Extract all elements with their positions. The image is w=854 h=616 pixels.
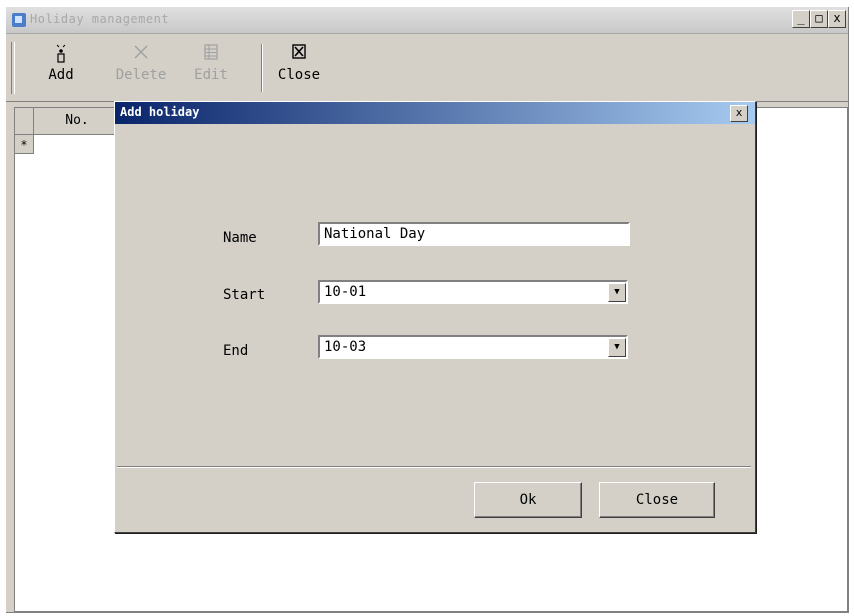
window-close-button[interactable]: x: [828, 10, 846, 28]
toolbar-grip: [11, 42, 15, 94]
dialog-close-button[interactable]: Close: [599, 482, 715, 518]
start-dropdown-button[interactable]: ▼: [608, 283, 626, 302]
grid-column-no[interactable]: No.: [34, 108, 121, 135]
end-select[interactable]: 10-03: [318, 335, 628, 359]
name-input[interactable]: National Day: [318, 222, 630, 246]
edit-label: Edit: [194, 67, 228, 83]
edit-button[interactable]: Edit: [182, 42, 240, 98]
end-dropdown-button[interactable]: ▼: [608, 338, 626, 357]
add-button[interactable]: Add: [32, 42, 90, 98]
chevron-down-icon: ▼: [614, 342, 620, 352]
close-box-icon: [270, 42, 328, 66]
minimize-button[interactable]: _: [792, 10, 810, 28]
add-label: Add: [48, 67, 74, 83]
maximize-button[interactable]: □: [810, 10, 828, 28]
start-select[interactable]: 10-01: [318, 280, 628, 304]
window-title: Holiday management: [30, 12, 170, 26]
start-select-value: 10-01: [324, 284, 367, 300]
end-select-value: 10-03: [324, 339, 367, 355]
name-label: Name: [223, 230, 257, 246]
window-titlebar[interactable]: Holiday management _ □ x: [6, 7, 848, 34]
grid-corner-header[interactable]: [15, 108, 34, 135]
dialog-close-x-button[interactable]: x: [730, 105, 748, 122]
ok-button[interactable]: Ok: [474, 482, 582, 518]
toolbar-separator: [261, 44, 263, 92]
end-label: End: [223, 343, 249, 359]
dialog-titlebar[interactable]: Add holiday x: [115, 102, 755, 124]
grid-new-row-indicator[interactable]: *: [15, 135, 34, 154]
toolbar-close-button[interactable]: Close: [270, 42, 328, 98]
dialog-separator: [117, 466, 751, 468]
chevron-down-icon: ▼: [614, 287, 620, 297]
edit-grid-icon: [182, 42, 240, 66]
toolbar: Add Delete Edit Close: [6, 34, 848, 102]
start-label: Start: [223, 287, 266, 303]
delete-button[interactable]: Delete: [112, 42, 170, 98]
add-user-icon: [32, 42, 90, 66]
delete-x-icon: [112, 42, 170, 66]
delete-label: Delete: [115, 67, 167, 83]
dialog-title: Add holiday: [120, 105, 200, 119]
toolbar-close-label: Close: [277, 67, 321, 83]
add-holiday-dialog: Add holiday x Name National Day Start 10…: [114, 101, 756, 533]
app-icon: [12, 13, 26, 27]
